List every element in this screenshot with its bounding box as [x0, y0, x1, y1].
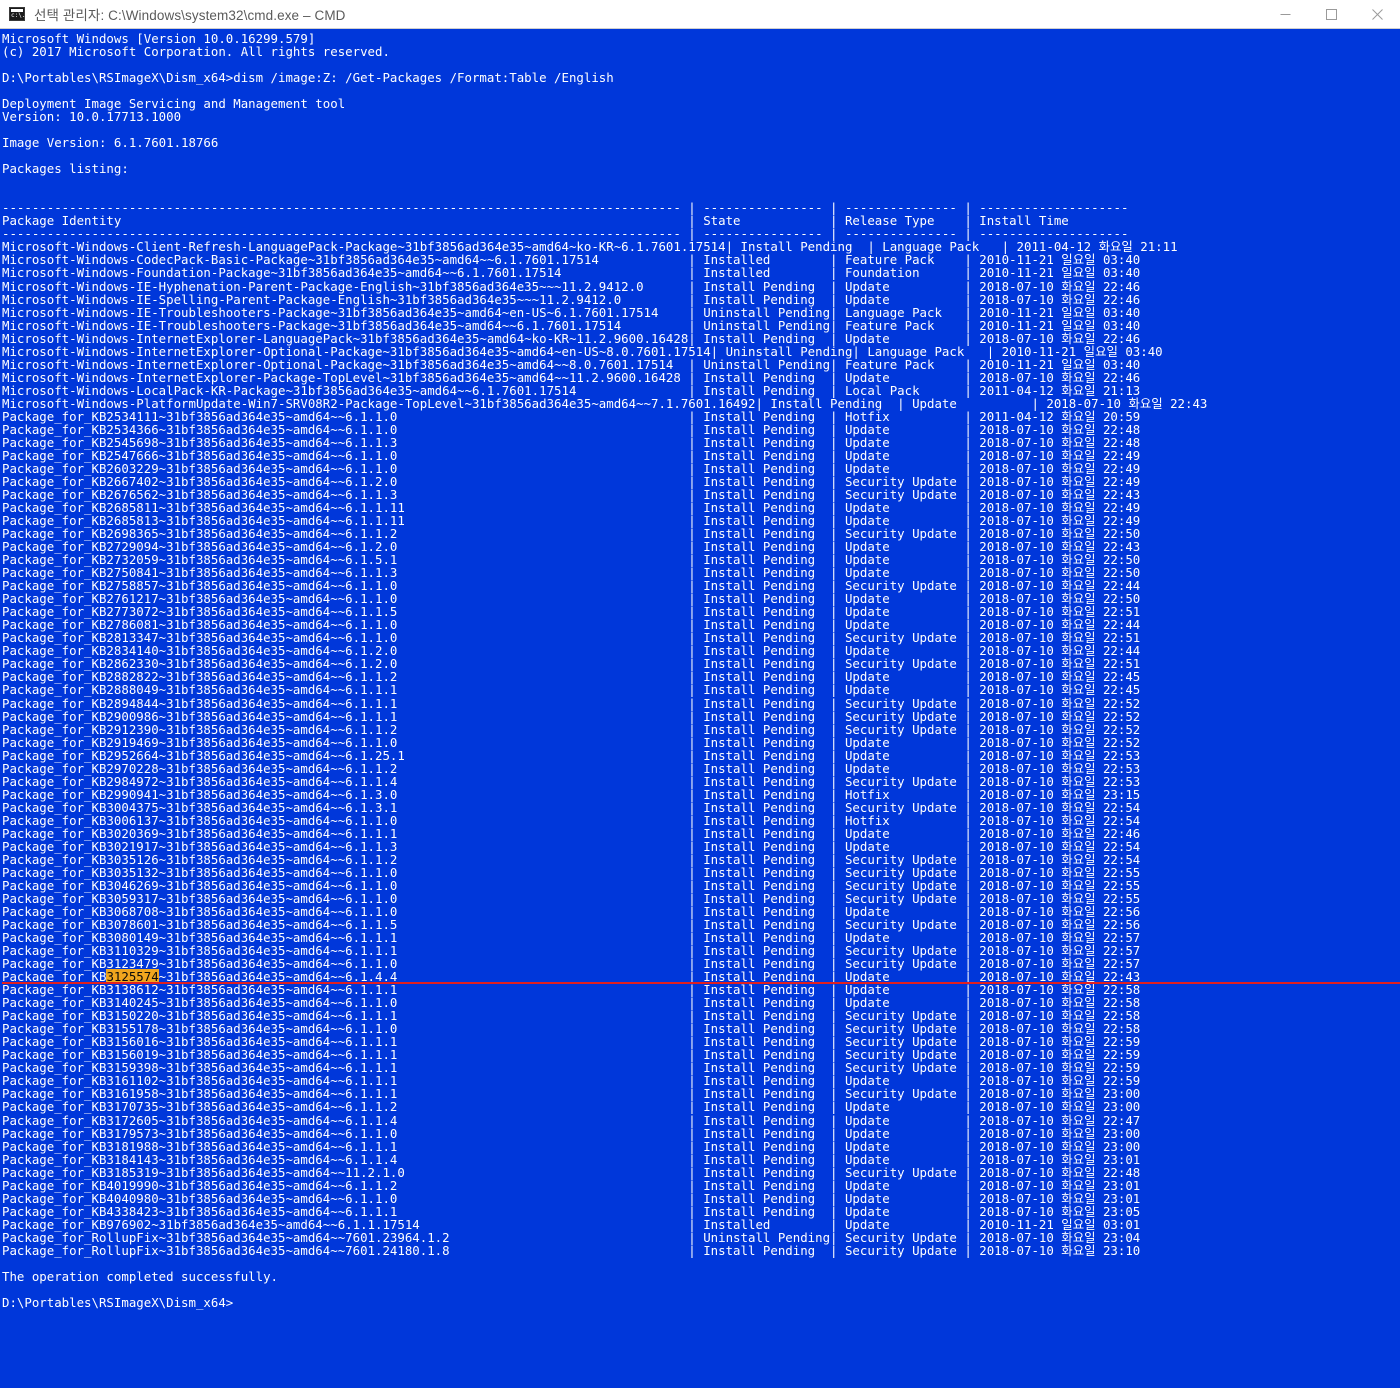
close-icon[interactable] [1354, 0, 1400, 29]
blank-line [2, 1257, 1400, 1270]
packages-listing-label: Packages listing: [2, 161, 129, 177]
package-table-row: Package_for_KB3184143~31bf3856ad364e35~a… [2, 1151, 1141, 1167]
package-table-row: Package_for_KB2990941~31bf3856ad364e35~a… [2, 786, 1141, 802]
package-table-row: Package_for_KB3035126~31bf3856ad364e35~a… [2, 851, 1141, 867]
package-table-row: Package_for_KB2545698~31bf3856ad364e35~a… [2, 434, 1141, 450]
package-table-row: Package_for_KB3179573~31bf3856ad364e35~a… [2, 1125, 1141, 1141]
window-controls [1262, 0, 1400, 29]
final-prompt-line: D:\Portables\RSImageX\Dism_x64> [2, 1294, 234, 1310]
package-table-row: Microsoft-Windows-InternetExplorer-Optio… [2, 343, 1163, 359]
package-table-row: Microsoft-Windows-PlatformUpdate-Win7-SR… [2, 395, 1208, 411]
image-version-line: Image Version: 6.1.7601.18766 [2, 135, 219, 151]
package-table-row: Microsoft-Windows-IE-Hyphenation-Parent-… [2, 278, 1141, 294]
package-table-row: Package_for_KB3020369~31bf3856ad364e35~a… [2, 825, 1141, 841]
window-title: 선택 관리자: C:\Windows\system32\cmd.exe – CM… [34, 8, 346, 23]
console-icon [9, 7, 25, 21]
tool-version-line: Version: 10.0.17713.1000 [2, 109, 182, 125]
package-table-row: Microsoft-Windows-IE-Troubleshooters-Pac… [2, 304, 1141, 320]
command-prompt-line: D:\Portables\RSImageX\Dism_x64>dism /ima… [2, 70, 614, 86]
package-table-row: Package_for_KB2547666~31bf3856ad364e35~a… [2, 447, 1141, 463]
package-table-row: Package_for_KB2912390~31bf3856ad364e35~a… [2, 721, 1141, 737]
package-table-row: Package_for_KB2603229~31bf3856ad364e35~a… [2, 460, 1141, 476]
package-table-row: Package_for_KB3046269~31bf3856ad364e35~a… [2, 877, 1141, 893]
blank-line [2, 175, 1400, 188]
window-titlebar[interactable]: 선택 관리자: C:\Windows\system32\cmd.exe – CM… [0, 0, 1400, 29]
blank-line [2, 149, 1400, 162]
package-table-row: Package_for_KB3172605~31bf3856ad364e35~a… [2, 1112, 1141, 1128]
operation-status-line: The operation completed successfully. [2, 1268, 279, 1284]
package-table-row: Package_for_KB2919469~31bf3856ad364e35~a… [2, 734, 1141, 750]
package-table-row: Package_for_KB2952664~31bf3856ad364e35~a… [2, 747, 1141, 763]
package-table-row: Package_for_KB2888049~31bf3856ad364e35~a… [2, 682, 1141, 698]
package-table-row: Package_for_KB2970228~31bf3856ad364e35~a… [2, 760, 1141, 776]
package-table-row: Package_for_KB976902~31bf3856ad364e35~am… [2, 1216, 1141, 1232]
package-table-row: Microsoft-Windows-InternetExplorer-Optio… [2, 356, 1141, 372]
console-output-area[interactable]: Microsoft Windows [Version 10.0.16299.57… [0, 29, 1400, 1388]
minimize-icon[interactable] [1262, 0, 1308, 29]
package-table-row: Microsoft-Windows-IE-Troubleshooters-Pac… [2, 317, 1141, 333]
package-table-row: Package_for_KB2984972~31bf3856ad364e35~a… [2, 773, 1141, 789]
package-table-row: Package_for_KB2534111~31bf3856ad364e35~a… [2, 408, 1141, 424]
package-table-row: Package_for_KB4019990~31bf3856ad364e35~a… [2, 1177, 1141, 1193]
package-table-row: Package_for_KB3185319~31bf3856ad364e35~a… [2, 1164, 1141, 1180]
package-table-row: Package_for_RollupFix~31bf3856ad364e35~a… [2, 1242, 1141, 1258]
red-underline-rule [2, 982, 1400, 985]
tool-name-line: Deployment Image Servicing and Managemen… [2, 96, 346, 112]
package-table-row: Package_for_KB3035132~31bf3856ad364e35~a… [2, 864, 1141, 880]
package-table-row: Microsoft-Windows-InternetExplorer-Langu… [2, 330, 1141, 346]
banner-line-2: (c) 2017 Microsoft Corporation. All righ… [2, 44, 390, 60]
package-table-row: Package_for_KB3170735~31bf3856ad364e35~a… [2, 1099, 1141, 1115]
package-table-row: Package_for_KB2894844~31bf3856ad364e35~a… [2, 695, 1141, 711]
package-table-row: Package_for_KB3181988~31bf3856ad364e35~a… [2, 1138, 1141, 1154]
package-table-row: Package_for_KB3006137~31bf3856ad364e35~a… [2, 812, 1141, 828]
package-table-row: Package_for_KB3021917~31bf3856ad364e35~a… [2, 838, 1141, 854]
package-table-row: Package_for_KB3004375~31bf3856ad364e35~a… [2, 799, 1141, 815]
package-table-row: Package_for_RollupFix~31bf3856ad364e35~a… [2, 1229, 1141, 1245]
package-table-row: Microsoft-Windows-LocalPack-KR-Package~3… [2, 382, 1141, 398]
package-table-body: Microsoft-Windows-Client-Refresh-Languag… [2, 240, 1400, 1256]
package-table-row: Microsoft-Windows-InternetExplorer-Packa… [2, 369, 1141, 385]
blank-line [2, 1283, 1400, 1296]
package-table-row: Package_for_KB4338423~31bf3856ad364e35~a… [2, 1203, 1141, 1219]
package-table-row: Microsoft-Windows-Foundation-Package~31b… [2, 265, 1141, 281]
package-table-row: Microsoft-Windows-IE-Spelling-Parent-Pac… [2, 291, 1141, 307]
package-table-row: Package_for_KB2534366~31bf3856ad364e35~a… [2, 421, 1141, 437]
package-table-row: Package_for_KB2900986~31bf3856ad364e35~a… [2, 708, 1141, 724]
package-table-row: Package_for_KB4040980~31bf3856ad364e35~a… [2, 1190, 1141, 1206]
maximize-icon[interactable] [1308, 0, 1354, 29]
